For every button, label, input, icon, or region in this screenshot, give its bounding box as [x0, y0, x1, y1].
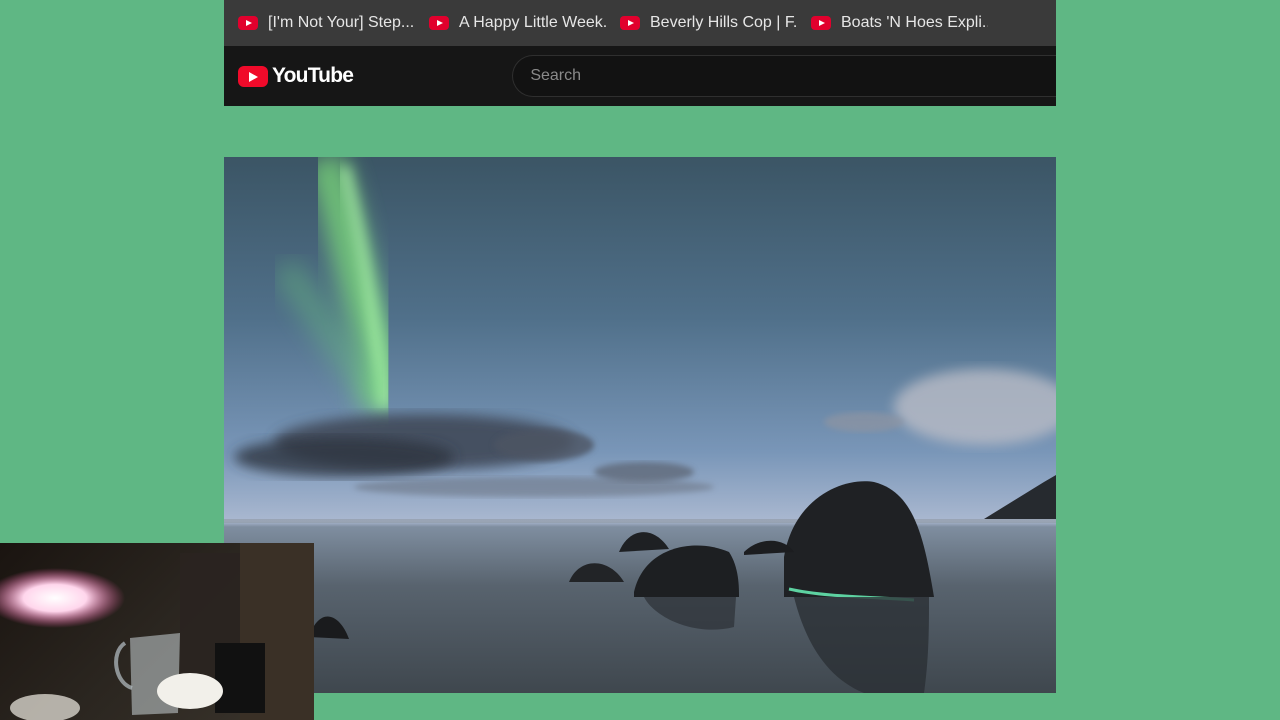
youtube-icon	[238, 16, 258, 30]
youtube-icon	[238, 65, 268, 87]
youtube-icon	[811, 16, 831, 30]
aurora-landscape-image	[224, 157, 1056, 693]
bookmarks-bar: [I'm Not Your] Step... A Happy Little We…	[224, 0, 1056, 46]
bookmark-label: Boats 'N Hoes Expli...	[841, 14, 988, 31]
bookmark-label: A Happy Little Week...	[459, 14, 606, 31]
webcam-overlay	[0, 543, 314, 720]
bookmark-2[interactable]: A Happy Little Week...	[415, 0, 606, 46]
youtube-icon	[429, 16, 449, 30]
webcam-feed-image	[0, 543, 314, 720]
video-player[interactable]	[224, 157, 1056, 693]
search-input[interactable]: Search	[512, 55, 1056, 97]
youtube-logo[interactable]: YouTube	[238, 64, 512, 88]
search-placeholder: Search	[530, 67, 582, 84]
bookmark-1[interactable]: [I'm Not Your] Step...	[224, 0, 415, 46]
youtube-wordmark: YouTube	[272, 64, 354, 87]
bookmark-4[interactable]: Boats 'N Hoes Expli...	[797, 0, 988, 46]
youtube-icon	[620, 16, 640, 30]
bookmark-label: [I'm Not Your] Step...	[268, 14, 415, 31]
bookmark-3[interactable]: Beverly Hills Cop | F...	[606, 0, 797, 46]
youtube-masthead: YouTube Search	[224, 46, 1056, 106]
bookmark-label: Beverly Hills Cop | F...	[650, 14, 797, 31]
